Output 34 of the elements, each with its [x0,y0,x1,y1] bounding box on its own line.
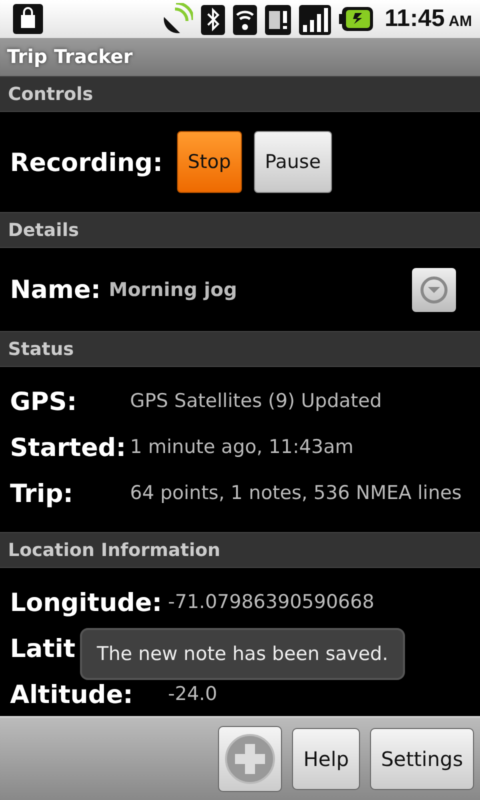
section-title: Status [8,338,74,360]
field-value: -71.07986390590668 [168,592,374,612]
field-value: 1 minute ago, 11:43am [130,436,354,458]
battery-charging-icon [338,5,373,33]
menu-button[interactable]: Settings [370,728,474,790]
wifi-icon [232,3,257,35]
dropdown-button[interactable] [412,268,456,312]
field-value: GPS Satellites (9) Updated [130,390,382,412]
field-value: 64 points, 1 notes, 536 NMEA lines [130,482,462,504]
section-title: Controls [8,84,94,104]
sim-card-icon [264,3,291,35]
name-value: Morning jog [108,278,238,300]
section-title: Location Information [8,540,220,560]
field-label: Started: [10,434,127,460]
field-label: Name: [10,277,101,302]
field-label: Recording: [10,150,163,174]
saved-toast: The new note has been saved. [80,628,405,680]
recording-button[interactable]: Stop [176,131,242,193]
field-label: GPS: [10,388,78,414]
field-label: Altitude: [10,682,134,706]
clock-time: 11:45 [384,5,445,33]
add-button[interactable] [218,726,282,792]
bluetooth-icon [200,3,225,35]
field-label: Trip: [10,480,74,506]
field-value: -24.0 [168,684,218,704]
plus-icon [224,733,276,785]
signal-bars-icon [298,3,331,35]
menu-button[interactable]: Help [292,728,360,790]
app-title: Trip Tracker [7,46,133,68]
clock-period: AM [448,13,472,30]
section-title: Details [8,220,79,240]
field-label: Latit [10,636,76,660]
field-label: Longitude: [10,590,163,614]
recording-button[interactable]: Pause [254,131,332,193]
